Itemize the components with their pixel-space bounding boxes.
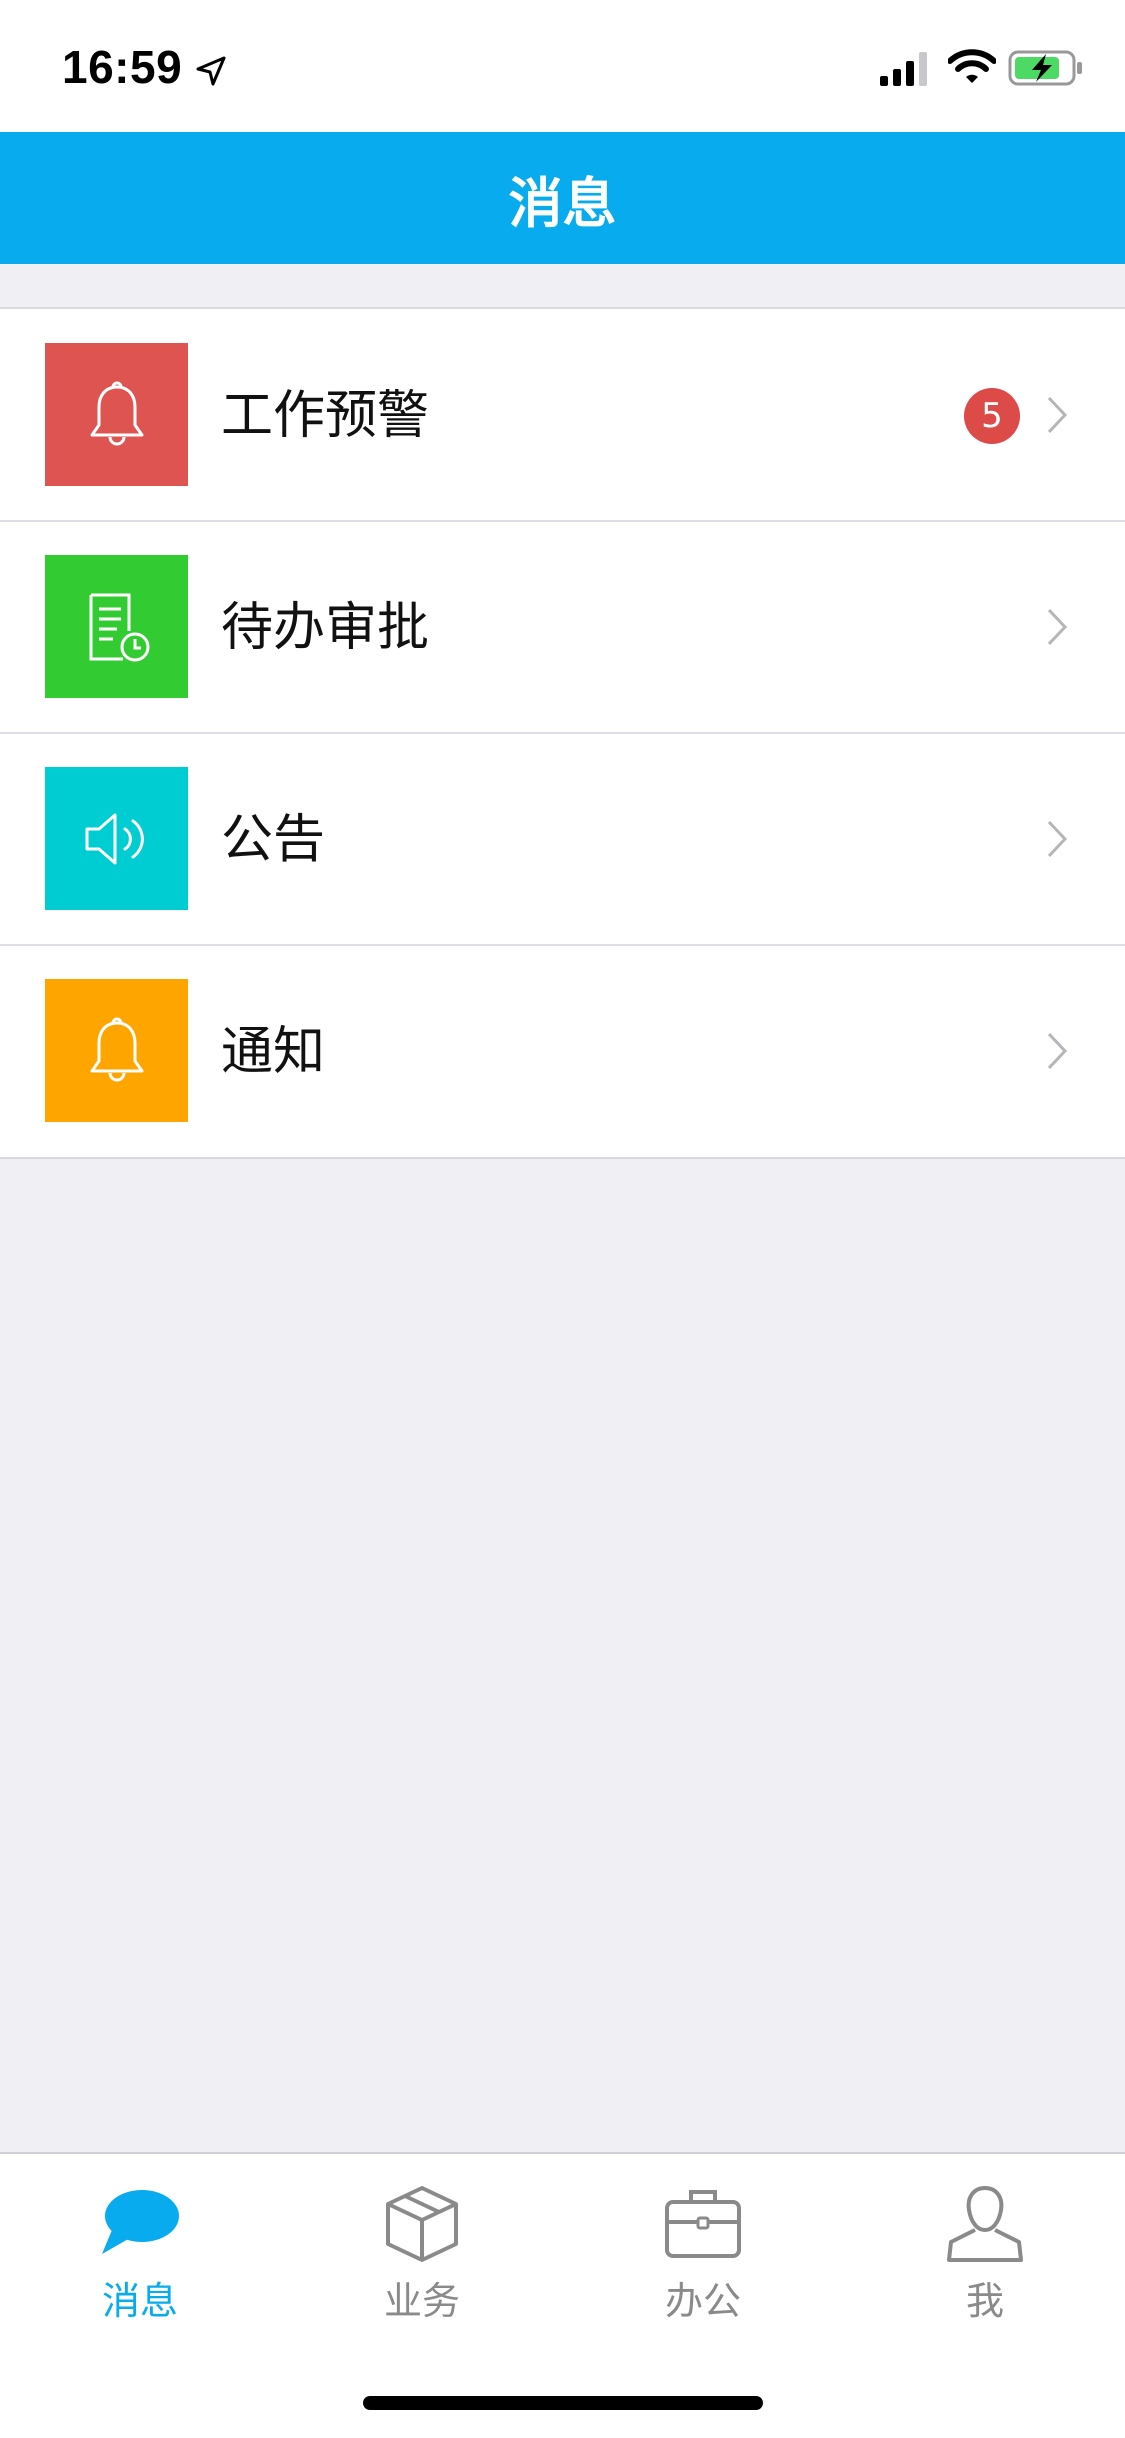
tab-me[interactable]: 我 (885, 2182, 1085, 2332)
status-time: 16:59 (62, 41, 183, 93)
location-arrow-icon (196, 56, 226, 86)
list-item-label: 通知 (221, 1022, 326, 1082)
work-warning-icon-tile (45, 343, 188, 486)
pending-approval-icon-tile (45, 555, 188, 698)
tab-label: 我 (965, 2279, 1004, 2323)
message-list: 工作预警 5 待办审批 公告 通知 (0, 307, 1125, 1159)
list-item-label: 工作预警 (221, 386, 430, 446)
wifi-icon (948, 49, 996, 83)
speaker-icon (85, 813, 144, 864)
document-clock-icon (89, 593, 149, 661)
home-indicator[interactable] (363, 2396, 763, 2410)
tab-office[interactable]: 办公 (603, 2182, 803, 2332)
unread-count-badge: 5 (964, 388, 1020, 444)
page-title: 消息 (508, 171, 617, 235)
chat-bubble-icon (102, 2190, 179, 2254)
box-icon (386, 2186, 458, 2262)
briefcase-icon (665, 2190, 741, 2258)
tab-business[interactable]: 业务 (322, 2182, 522, 2332)
tab-label: 消息 (101, 2279, 178, 2323)
chevron-right-icon (1047, 608, 1068, 646)
chevron-right-icon (1047, 820, 1068, 858)
cellular-signal-icon (880, 52, 927, 86)
list-item-pending-approval[interactable]: 待办审批 (0, 520, 1125, 733)
person-icon (947, 2185, 1023, 2262)
list-item-label: 公告 (221, 810, 326, 870)
chevron-right-icon (1047, 396, 1068, 434)
announcement-icon-tile (45, 767, 188, 910)
tab-label: 业务 (383, 2279, 460, 2323)
notification-icon-tile (45, 979, 188, 1122)
navigation-bar: 消息 (0, 132, 1125, 264)
list-item-label: 待办审批 (221, 598, 430, 658)
list-item-announcement[interactable]: 公告 (0, 732, 1125, 945)
battery-charging-icon (1008, 50, 1082, 86)
tab-label: 办公 (664, 2279, 741, 2323)
bell-icon (90, 381, 143, 445)
bell-icon (90, 1017, 143, 1081)
list-item-work-warning[interactable]: 工作预警 5 (0, 309, 1125, 521)
list-item-notification[interactable]: 通知 (0, 944, 1125, 1157)
tab-messages[interactable]: 消息 (40, 2182, 240, 2332)
chevron-right-icon (1047, 1032, 1068, 1070)
status-bar: 16:59 (0, 0, 1125, 132)
